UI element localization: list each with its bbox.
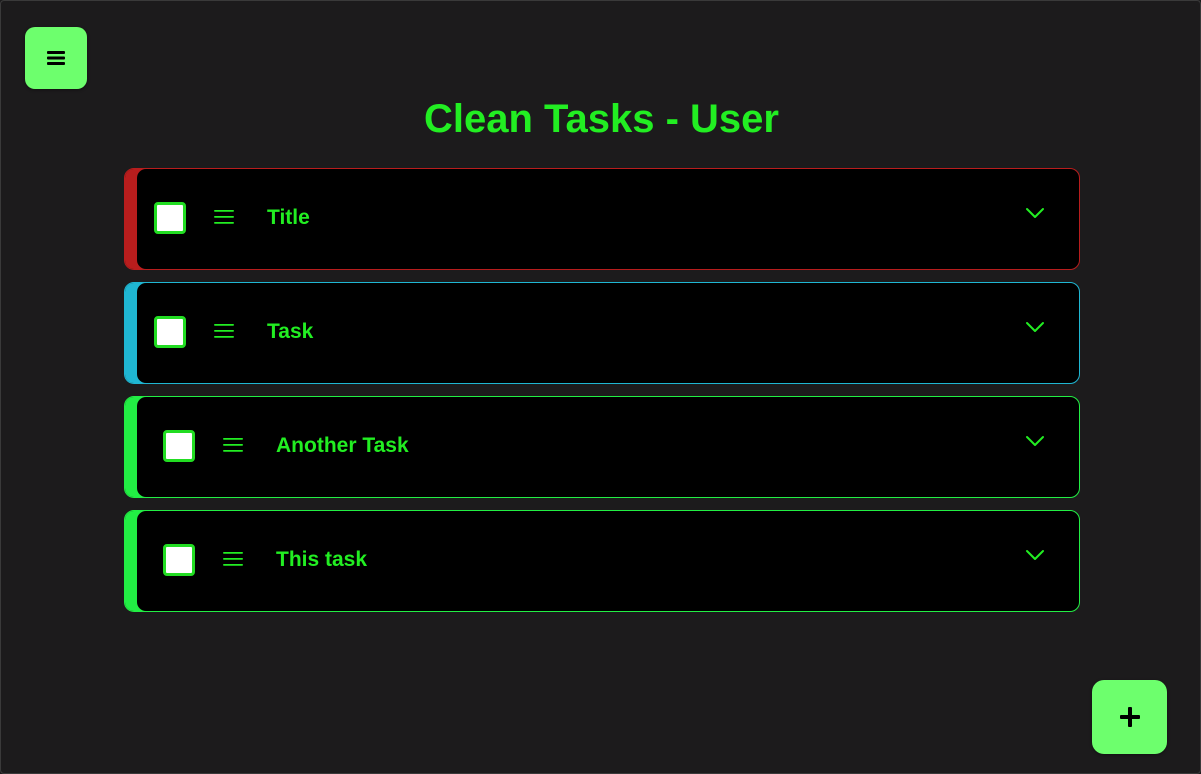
chevron-down-icon[interactable]: [1025, 549, 1045, 561]
task-checkbox[interactable]: [163, 544, 195, 576]
drag-handle-icon[interactable]: [223, 551, 243, 567]
task-title: Title: [267, 206, 310, 229]
task-title: Another Task: [276, 434, 409, 457]
task-item[interactable]: This task: [124, 510, 1080, 612]
add-task-button[interactable]: [1092, 680, 1167, 754]
task-checkbox[interactable]: [163, 430, 195, 462]
app-window: Clean Tasks - User Title Task Another Ta…: [0, 0, 1201, 774]
drag-handle-icon[interactable]: [214, 323, 234, 339]
chevron-down-icon[interactable]: [1025, 321, 1045, 333]
chevron-down-icon[interactable]: [1025, 435, 1045, 447]
menu-button[interactable]: [25, 27, 87, 89]
task-item[interactable]: Title: [124, 168, 1080, 270]
task-item[interactable]: Another Task: [124, 396, 1080, 498]
task-checkbox[interactable]: [154, 316, 186, 348]
task-title: Task: [267, 320, 314, 343]
chevron-down-icon[interactable]: [1025, 207, 1045, 219]
plus-icon: [1119, 707, 1140, 727]
drag-handle-icon[interactable]: [223, 437, 243, 453]
task-checkbox[interactable]: [154, 202, 186, 234]
drag-handle-icon[interactable]: [214, 209, 234, 225]
hamburger-menu-icon: [47, 51, 65, 65]
task-item[interactable]: Task: [124, 282, 1080, 384]
task-title: This task: [276, 548, 368, 571]
page-title: Clean Tasks - User: [424, 97, 779, 141]
